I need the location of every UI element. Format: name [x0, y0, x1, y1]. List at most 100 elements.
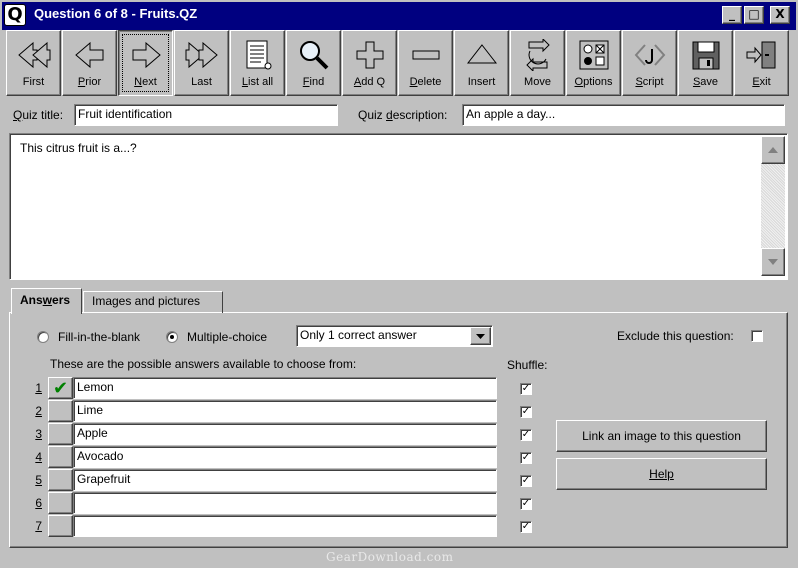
window-title: Question 6 of 8 - Fruits.QZ [34, 6, 198, 21]
maximize-icon: □ [748, 7, 760, 21]
exit-door-icon [746, 41, 776, 69]
triangle-up-icon [466, 44, 498, 64]
minimize-icon: _ [729, 7, 735, 21]
answer-number: 3 [35, 427, 42, 441]
correct-answer-toggle[interactable] [48, 469, 73, 491]
answer-input[interactable]: Avocado [73, 446, 497, 468]
arrow-right-icon [132, 41, 161, 69]
answer-input[interactable] [73, 515, 497, 537]
exit-button-label: Exit [752, 76, 771, 88]
shuffle-checkbox[interactable]: ✓ [520, 452, 532, 464]
correct-answer-toggle[interactable]: ✔ [48, 377, 73, 399]
link-image-button[interactable]: Link an image to this question [556, 420, 767, 452]
answer-input[interactable]: Grapefruit [73, 469, 497, 491]
scroll-up-button[interactable] [761, 136, 785, 164]
shuffle-checkbox[interactable]: ✓ [520, 429, 532, 441]
move-arrows-icon [526, 39, 550, 71]
last-button[interactable]: Last [174, 30, 229, 96]
answer-number: 6 [35, 496, 42, 510]
maximize-button[interactable]: □ [744, 6, 764, 24]
answer-input[interactable]: Lime [73, 400, 497, 422]
prior-button-label: Prior [77, 76, 102, 88]
answer-number: 2 [35, 404, 42, 418]
answers-instructions: These are the possible answers available… [50, 357, 357, 371]
options-button-label: Options [574, 76, 613, 88]
double-arrow-right-icon [185, 41, 218, 69]
double-arrow-left-icon [18, 41, 51, 69]
correct-answers-dropdown-value: Only 1 correct answer [300, 328, 417, 342]
answer-number: 5 [35, 473, 42, 487]
save-button[interactable]: Save [678, 30, 733, 96]
quiz-title-label: Quiz title: [13, 108, 64, 122]
floppy-disk-icon [692, 41, 720, 70]
shuffle-checkbox[interactable]: ✓ [520, 475, 532, 487]
options-button[interactable]: Options [566, 30, 621, 96]
shuffle-checkbox[interactable]: ✓ [520, 498, 532, 510]
document-list-icon [246, 40, 272, 70]
scroll-up-arrow-icon [768, 147, 778, 153]
options-grid-icon [579, 40, 609, 70]
answer-input[interactable]: Apple [73, 423, 497, 445]
last-button-label: Last [191, 76, 212, 88]
shuffle-checkbox[interactable]: ✓ [520, 406, 532, 418]
list-all-button[interactable]: List all [230, 30, 285, 96]
correct-answer-toggle[interactable] [48, 423, 73, 445]
add-q-button[interactable]: Add Q [342, 30, 397, 96]
answer-input[interactable]: Lemon [73, 377, 497, 399]
move-button[interactable]: Move [510, 30, 565, 96]
multiple-choice-label[interactable]: Multiple-choice [187, 330, 267, 344]
delete-button-label: Delete [409, 76, 442, 88]
help-button-label: Help [649, 467, 674, 481]
prior-button[interactable]: Prior [62, 30, 117, 96]
dropdown-arrow-button[interactable] [470, 327, 491, 345]
multiple-choice-radio[interactable] [166, 331, 178, 343]
correct-answer-toggle[interactable] [48, 492, 73, 514]
quiz-description-label: Quiz description: [358, 108, 448, 122]
app-logo-icon[interactable]: Q [4, 4, 26, 26]
answer-number: 7 [35, 519, 42, 533]
script-button-label: Script [635, 76, 664, 88]
question-textarea[interactable] [9, 133, 788, 280]
script-brackets-icon [634, 44, 666, 66]
close-button[interactable]: X [770, 6, 790, 24]
insert-button-label: Insert [467, 76, 496, 88]
exit-button[interactable]: Exit [734, 30, 789, 96]
plus-icon [356, 41, 384, 69]
first-button[interactable]: First [6, 30, 61, 96]
delete-button[interactable]: Delete [398, 30, 453, 96]
find-button-label: Find [302, 76, 325, 88]
tab-answers[interactable]: Answers [11, 288, 82, 314]
fill-in-the-blank-label[interactable]: Fill-in-the-blank [58, 330, 140, 344]
close-icon: X [775, 7, 785, 21]
insert-button[interactable]: Insert [454, 30, 509, 96]
exclude-question-label: Exclude this question: [617, 329, 734, 343]
next-button-label: Next [134, 76, 157, 88]
exclude-question-checkbox[interactable] [751, 330, 763, 342]
find-button[interactable]: Find [286, 30, 341, 96]
quiz-title-input[interactable]: Fruit identification [74, 104, 338, 126]
move-button-label: Move [524, 76, 551, 88]
magnifier-icon [300, 41, 329, 70]
chevron-down-icon [476, 334, 485, 339]
tab-images-and-pictures[interactable]: Images and pictures [83, 291, 223, 313]
shuffle-checkbox[interactable]: ✓ [520, 521, 532, 533]
shuffle-checkbox[interactable]: ✓ [520, 383, 532, 395]
first-button-label: First [22, 76, 45, 88]
correct-answer-toggle[interactable] [48, 400, 73, 422]
correct-answer-toggle[interactable] [48, 446, 73, 468]
scroll-down-button[interactable] [761, 248, 785, 276]
quiz-description-input[interactable]: An apple a day... [462, 104, 785, 126]
answer-number: 1 [35, 381, 42, 395]
help-button[interactable]: Help [556, 458, 767, 490]
fill-in-the-blank-radio[interactable] [37, 331, 49, 343]
script-button[interactable]: Script [622, 30, 677, 96]
list-all-button-label: List all [241, 76, 274, 88]
next-button[interactable]: Next [118, 30, 173, 96]
correct-answer-toggle[interactable] [48, 515, 73, 537]
correct-answers-dropdown[interactable]: Only 1 correct answer [296, 325, 493, 347]
minimize-button[interactable]: _ [722, 6, 742, 24]
question-text: This citrus fruit is a...? [20, 141, 137, 155]
answer-input[interactable] [73, 492, 497, 514]
answer-number: 4 [35, 450, 42, 464]
add-q-button-label: Add Q [353, 76, 386, 88]
